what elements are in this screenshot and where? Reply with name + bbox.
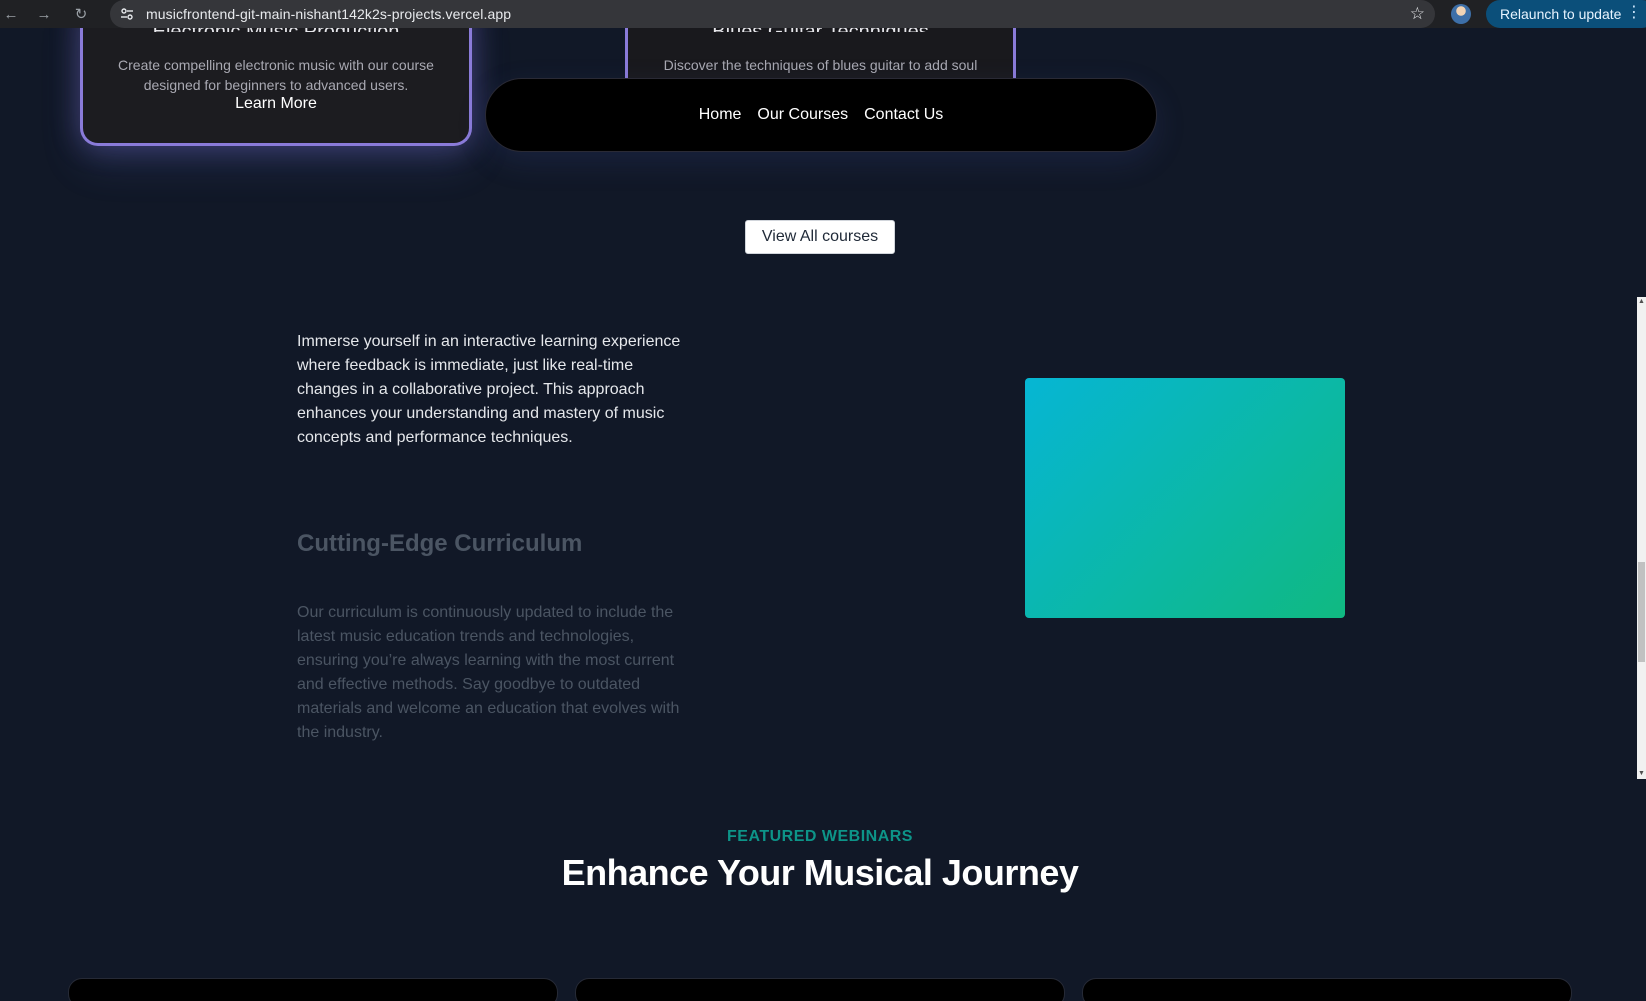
webinar-card[interactable] — [575, 978, 1065, 1001]
bookmark-star-icon[interactable]: ☆ — [1410, 4, 1425, 24]
address-bar[interactable]: musicfrontend-git-main-nishant142k2s-pro… — [110, 0, 1435, 28]
course-card-description: Create compelling electronic music with … — [118, 57, 434, 93]
site-settings-icon[interactable] — [118, 5, 136, 23]
webinar-card[interactable] — [1082, 978, 1572, 1001]
feature-gradient-panel — [1025, 378, 1345, 618]
browser-toolbar: ← → ↻ musicfrontend-git-main-nishant142k… — [0, 0, 1646, 28]
feature-intro-text: Immerse yourself in an interactive learn… — [297, 333, 681, 446]
view-all-courses-button[interactable]: View All courses — [745, 220, 895, 254]
webinar-card[interactable] — [68, 978, 558, 1001]
learn-more-link[interactable]: Learn More — [83, 95, 469, 113]
feature-description: Our curriculum is continuously updated t… — [297, 604, 680, 741]
nav-link-our-courses[interactable]: Our Courses — [757, 106, 848, 124]
scrollbar-thumb[interactable] — [1638, 562, 1645, 662]
reload-icon[interactable]: ↻ — [70, 3, 92, 25]
webinars-eyebrow: FEATURED WEBINARS — [727, 828, 913, 845]
more-menu-icon[interactable]: ⋮ — [1626, 2, 1642, 24]
scroll-up-icon[interactable]: ▲ — [1637, 297, 1646, 307]
floating-navbar: Home Our Courses Contact Us — [485, 78, 1157, 152]
nav-link-home[interactable]: Home — [699, 106, 742, 124]
profile-avatar[interactable] — [1451, 4, 1471, 24]
feature-title: Cutting-Edge Curriculum — [297, 530, 583, 557]
forward-arrow-icon[interactable]: → — [33, 3, 55, 25]
relaunch-label: Relaunch to update — [1500, 6, 1622, 22]
scrollbar[interactable]: ▲ ▼ — [1637, 297, 1646, 779]
url-text[interactable]: musicfrontend-git-main-nishant142k2s-pro… — [146, 6, 511, 22]
course-card-description: Discover the techniques of blues guitar … — [663, 57, 978, 73]
scroll-down-icon[interactable]: ▼ — [1637, 769, 1646, 779]
back-arrow-icon[interactable]: ← — [0, 3, 22, 25]
relaunch-button[interactable]: Relaunch to update ⋮ — [1486, 0, 1646, 28]
nav-link-contact-us[interactable]: Contact Us — [864, 106, 943, 124]
webinars-headline: Enhance Your Musical Journey — [561, 852, 1079, 893]
